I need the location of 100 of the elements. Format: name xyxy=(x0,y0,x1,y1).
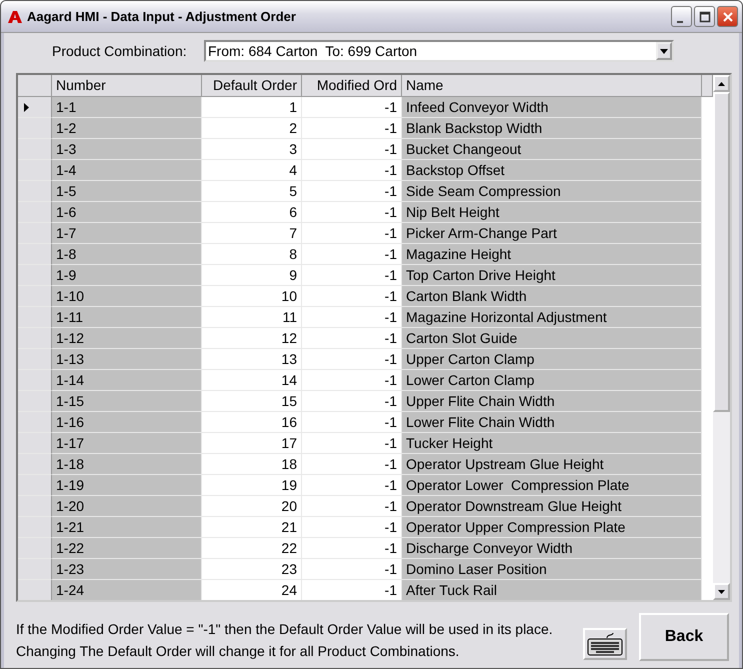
scroll-up-icon[interactable] xyxy=(713,75,730,92)
table-cell[interactable]: -1 xyxy=(302,139,402,160)
table-cell: 1-3 xyxy=(52,139,202,160)
minimize-button[interactable] xyxy=(671,6,692,27)
table-cell: 1-16 xyxy=(52,412,202,433)
table-cell: Infeed Conveyor Width xyxy=(402,97,702,118)
table-cell: 1-20 xyxy=(52,496,202,517)
table-cell[interactable]: 7 xyxy=(202,223,302,244)
column-header[interactable]: Number xyxy=(52,75,202,97)
maximize-icon xyxy=(698,10,710,22)
table-cell[interactable]: 8 xyxy=(202,244,302,265)
table-cell[interactable]: -1 xyxy=(302,433,402,454)
table-cell[interactable]: 23 xyxy=(202,559,302,580)
table-cell: Bucket Changeout xyxy=(402,139,702,160)
keyboard-button[interactable] xyxy=(583,628,627,660)
info-note: Changing The Default Order will change it for all Product Combinations. xyxy=(16,643,460,659)
table-cell[interactable]: -1 xyxy=(302,349,402,370)
table-cell[interactable]: 19 xyxy=(202,475,302,496)
table-cell: 1-10 xyxy=(52,286,202,307)
table-cell: Magazine Height xyxy=(402,244,702,265)
table-cell[interactable]: 20 xyxy=(202,496,302,517)
table-cell[interactable]: -1 xyxy=(302,391,402,412)
table-cell: Operator Lower Compression Plate xyxy=(402,475,702,496)
table-cell[interactable]: 12 xyxy=(202,328,302,349)
table-cell[interactable]: -1 xyxy=(302,412,402,433)
table-cell[interactable]: -1 xyxy=(302,328,402,349)
table-cell: Operator Upstream Glue Height xyxy=(402,454,702,475)
table-cell: 1-6 xyxy=(52,202,202,223)
table-cell: Carton Slot Guide xyxy=(402,328,702,349)
table-cell[interactable]: -1 xyxy=(302,160,402,181)
table-cell: 1-21 xyxy=(52,517,202,538)
table-cell[interactable]: 14 xyxy=(202,370,302,391)
table-cell[interactable]: -1 xyxy=(302,97,402,118)
column-header[interactable]: Default Order xyxy=(202,75,302,97)
table-cell[interactable]: -1 xyxy=(302,496,402,517)
table-cell[interactable]: 21 xyxy=(202,517,302,538)
table-cell[interactable]: 4 xyxy=(202,160,302,181)
table-cell[interactable]: 10 xyxy=(202,286,302,307)
table-cell: 1-17 xyxy=(52,433,202,454)
window-title: Aagard HMI - Data Input - Adjustment Order xyxy=(27,9,297,24)
maximize-button[interactable] xyxy=(694,6,715,27)
scroll-down-icon[interactable] xyxy=(713,583,730,600)
table-cell: Upper Flite Chain Width xyxy=(402,391,702,412)
table-cell: Domino Laser Position xyxy=(402,559,702,580)
table-cell: 1-8 xyxy=(52,244,202,265)
table-cell: Tucker Height xyxy=(402,433,702,454)
table-cell[interactable]: -1 xyxy=(302,244,402,265)
table-cell[interactable]: -1 xyxy=(302,307,402,328)
table-cell[interactable]: -1 xyxy=(302,181,402,202)
table-cell[interactable]: 18 xyxy=(202,454,302,475)
table-cell[interactable]: -1 xyxy=(302,538,402,559)
table-cell: Blank Backstop Width xyxy=(402,118,702,139)
info-note: If the Modified Order Value = "-1" then the Default Order Value will be used in its place. xyxy=(16,621,554,637)
table-cell[interactable]: -1 xyxy=(302,265,402,286)
table-cell[interactable]: -1 xyxy=(302,454,402,475)
product-combination-dropdown[interactable]: From: 684 Carton To: 699 Carton xyxy=(204,40,674,62)
table-cell: 1-5 xyxy=(52,181,202,202)
table-cell: 1-4 xyxy=(52,160,202,181)
table-cell: 1-18 xyxy=(52,454,202,475)
table-cell: Operator Downstream Glue Height xyxy=(402,496,702,517)
table-cell[interactable]: -1 xyxy=(302,118,402,139)
table-cell[interactable]: 1 xyxy=(202,97,302,118)
back-button[interactable]: Back xyxy=(639,613,729,661)
table-cell[interactable]: -1 xyxy=(302,286,402,307)
table-cell[interactable]: 17 xyxy=(202,433,302,454)
table-cell[interactable]: 13 xyxy=(202,349,302,370)
table-cell[interactable]: 5 xyxy=(202,181,302,202)
column-header[interactable]: Modified Ord xyxy=(302,75,402,97)
table-cell[interactable]: 16 xyxy=(202,412,302,433)
table-cell: Operator Upper Compression Plate xyxy=(402,517,702,538)
table-cell: 1-24 xyxy=(52,580,202,600)
scroll-thumb[interactable] xyxy=(713,92,730,412)
product-combination-label: Product Combination: xyxy=(52,43,188,59)
table-cell: 1-11 xyxy=(52,307,202,328)
vertical-scrollbar[interactable] xyxy=(713,75,730,600)
table-cell[interactable]: -1 xyxy=(302,202,402,223)
table-cell[interactable]: -1 xyxy=(302,475,402,496)
table-cell: Lower Flite Chain Width xyxy=(402,412,702,433)
table-cell[interactable]: 15 xyxy=(202,391,302,412)
table-cell: 1-15 xyxy=(52,391,202,412)
table-cell: 1-22 xyxy=(52,538,202,559)
table-cell[interactable]: -1 xyxy=(302,370,402,391)
table-cell: Lower Carton Clamp xyxy=(402,370,702,391)
table-cell: Top Carton Drive Height xyxy=(402,265,702,286)
table-cell: 1-2 xyxy=(52,118,202,139)
table-cell[interactable]: 9 xyxy=(202,265,302,286)
current-row-icon xyxy=(24,102,29,112)
row-selector[interactable] xyxy=(18,97,52,118)
table-cell[interactable]: -1 xyxy=(302,517,402,538)
table-cell[interactable]: -1 xyxy=(302,559,402,580)
table-cell[interactable]: 3 xyxy=(202,139,302,160)
table-cell: Backstop Offset xyxy=(402,160,702,181)
table-cell[interactable]: 2 xyxy=(202,118,302,139)
table-cell[interactable]: 11 xyxy=(202,307,302,328)
table-cell[interactable]: 22 xyxy=(202,538,302,559)
column-header[interactable]: Name xyxy=(402,75,702,97)
close-button[interactable] xyxy=(717,6,738,27)
table-cell: 1-12 xyxy=(52,328,202,349)
table-cell[interactable]: -1 xyxy=(302,223,402,244)
table-cell[interactable]: 6 xyxy=(202,202,302,223)
